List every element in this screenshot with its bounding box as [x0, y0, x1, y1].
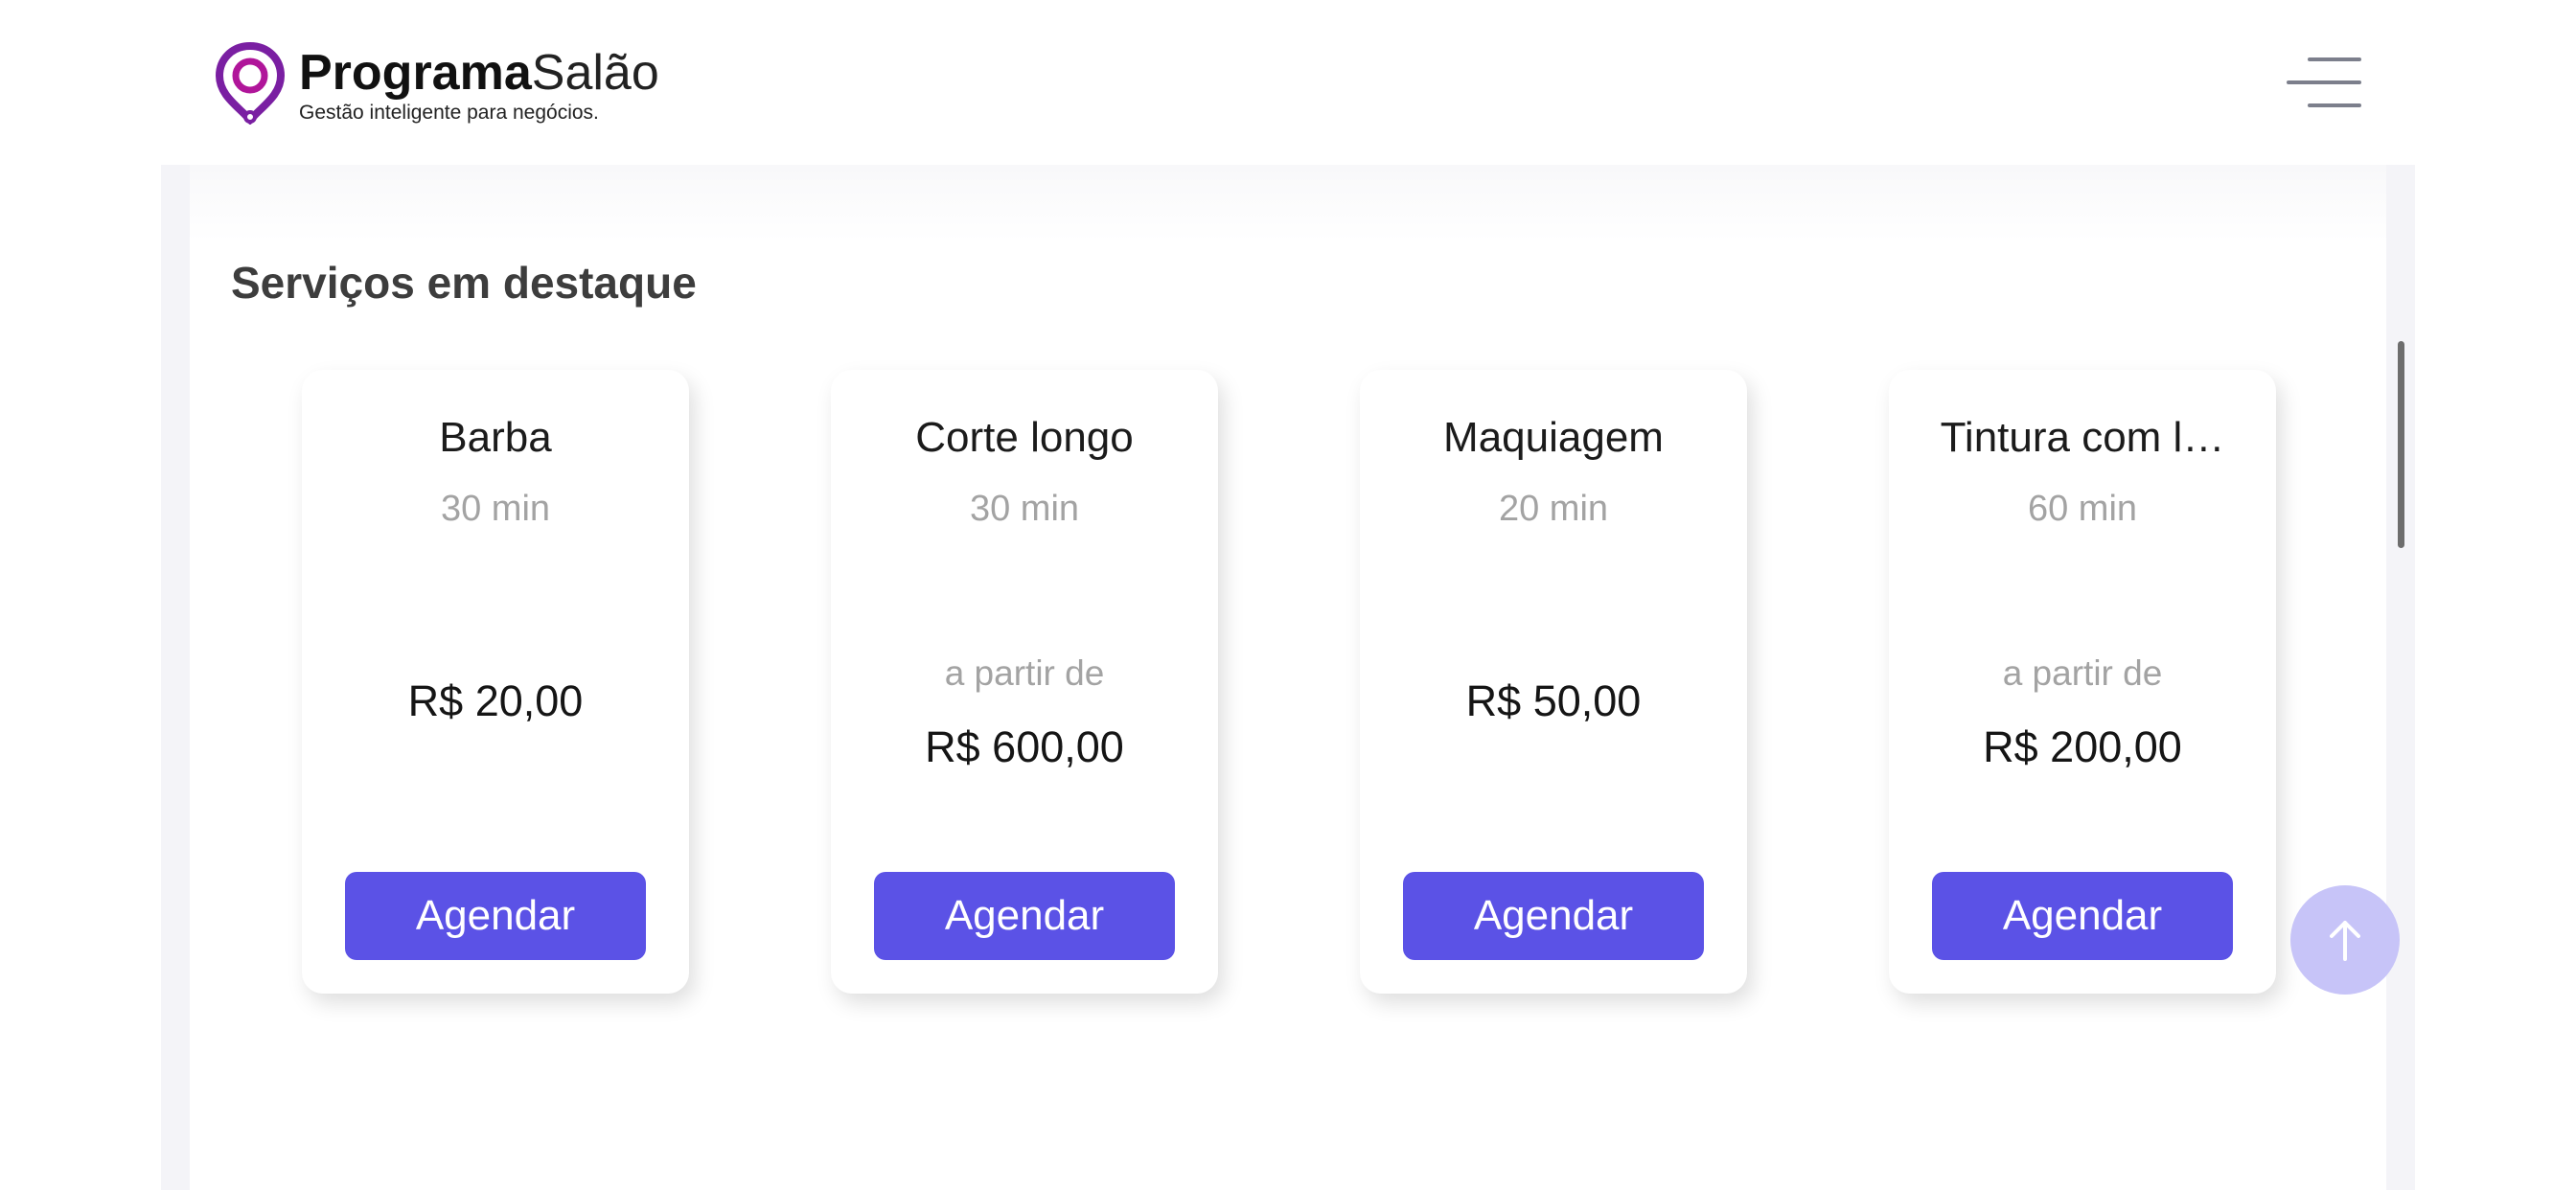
- service-name: Tintura com l…: [1940, 414, 2225, 461]
- logo-text: ProgramaSalão Gestão inteligente para ne…: [299, 46, 659, 125]
- schedule-button[interactable]: Agendar: [345, 872, 646, 960]
- service-name: Corte longo: [915, 414, 1134, 461]
- service-card: Tintura com l… 60 min a partir de R$ 200…: [1889, 370, 2276, 994]
- service-price: R$ 50,00: [1465, 676, 1642, 725]
- service-card: Barba 30 min R$ 20,00 Agendar: [302, 370, 689, 994]
- section-title: Serviços em destaque: [231, 258, 697, 308]
- price-from-label: a partir de: [944, 653, 1105, 693]
- menu-line: [2308, 57, 2361, 61]
- site-header: ProgramaSalão Gestão inteligente para ne…: [0, 0, 2576, 165]
- service-name: Maquiagem: [1443, 414, 1664, 461]
- scrollbar-thumb[interactable]: [2398, 341, 2404, 548]
- service-duration: 60 min: [2027, 489, 2138, 529]
- schedule-button[interactable]: Agendar: [1932, 872, 2233, 960]
- logo-title: ProgramaSalão: [299, 46, 659, 100]
- service-card: Maquiagem 20 min R$ 50,00 Agendar: [1360, 370, 1747, 994]
- service-price: R$ 20,00: [407, 676, 584, 725]
- service-duration: 30 min: [440, 489, 551, 529]
- logo-title-light: Salão: [531, 45, 659, 101]
- service-price: R$ 200,00: [1983, 722, 2182, 771]
- service-card: Corte longo 30 min a partir de R$ 600,00…: [831, 370, 1218, 994]
- scroll-to-top-button[interactable]: [2290, 885, 2400, 995]
- service-name: Barba: [439, 414, 552, 461]
- location-pin-logo-icon: [215, 42, 286, 125]
- menu-line: [2287, 80, 2361, 84]
- arrow-up-icon: [2330, 921, 2360, 961]
- schedule-button[interactable]: Agendar: [1403, 872, 1704, 960]
- hamburger-menu-icon[interactable]: [2285, 54, 2361, 113]
- service-duration: 30 min: [969, 489, 1080, 529]
- menu-line: [2308, 103, 2361, 107]
- brand-logo[interactable]: ProgramaSalão Gestão inteligente para ne…: [215, 42, 659, 125]
- logo-tagline: Gestão inteligente para negócios.: [299, 102, 599, 124]
- service-price: R$ 600,00: [925, 722, 1124, 771]
- price-from-label: a partir de: [2002, 653, 2163, 693]
- service-duration: 20 min: [1498, 489, 1609, 529]
- schedule-button[interactable]: Agendar: [874, 872, 1175, 960]
- logo-title-bold: Programa: [299, 45, 532, 101]
